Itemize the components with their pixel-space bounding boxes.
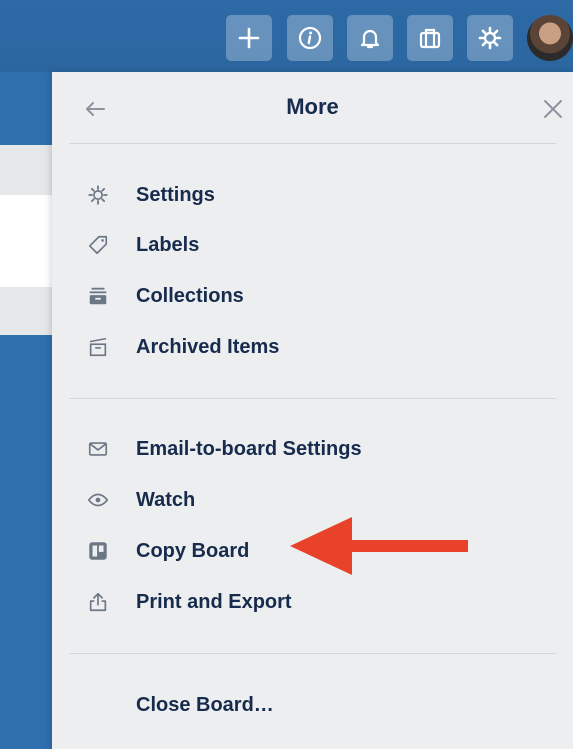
- share-icon: [86, 590, 110, 614]
- menu-item-close-board[interactable]: Close Board…: [52, 684, 573, 726]
- email-icon: [86, 437, 110, 461]
- menu-item-collections[interactable]: Collections: [52, 275, 573, 317]
- board-header: [0, 0, 573, 72]
- menu-item-label: Settings: [136, 184, 215, 206]
- add-icon: [238, 27, 260, 49]
- gear-icon: [86, 183, 110, 207]
- panel-title: More: [286, 94, 339, 119]
- menu-item-archived-items[interactable]: Archived Items: [52, 326, 573, 368]
- menu-item-label: Labels: [136, 234, 200, 256]
- settings-button[interactable]: [467, 15, 513, 61]
- collection-icon: [86, 284, 110, 308]
- divider: [69, 398, 556, 399]
- background-list-header: [0, 145, 60, 195]
- bell-icon: [360, 29, 380, 49]
- menu-item-label: Close Board…: [136, 694, 274, 716]
- menu-item-email-to-board-settings[interactable]: Email-to-board Settings: [52, 428, 573, 470]
- menu-item-print-and-export[interactable]: Print and Export: [52, 581, 573, 623]
- archive-icon: [86, 335, 110, 359]
- menu-item-label: Collections: [136, 285, 244, 307]
- divider: [69, 653, 556, 654]
- menu-item-labels[interactable]: Labels: [52, 224, 573, 266]
- info-button[interactable]: [287, 15, 333, 61]
- briefcase-icon: [419, 28, 441, 49]
- menu-item-settings[interactable]: Settings: [52, 174, 573, 216]
- add-button[interactable]: [226, 15, 272, 61]
- background-list-footer: [0, 287, 60, 335]
- menu-item-label: Archived Items: [136, 336, 280, 358]
- close-icon[interactable]: [540, 96, 566, 122]
- board-icon: [86, 539, 110, 563]
- eye-icon: [86, 488, 110, 512]
- gear-icon: [478, 26, 502, 50]
- menu-item-label: Copy Board: [136, 540, 250, 562]
- menu-item-label: Email-to-board Settings: [136, 438, 362, 460]
- tag-icon: [86, 233, 110, 257]
- annotation-arrow: [290, 517, 468, 575]
- menu-item-label: Watch: [136, 489, 196, 511]
- avatar[interactable]: [527, 15, 573, 61]
- divider: [69, 143, 556, 144]
- info-icon: [298, 26, 322, 50]
- menu-item-label: Print and Export: [136, 591, 292, 613]
- briefcase-button[interactable]: [407, 15, 453, 61]
- background-card: [0, 195, 60, 287]
- panel-header: More: [52, 72, 573, 144]
- more-menu-panel: More Settings Labels Collections Archive…: [52, 72, 573, 749]
- notifications-button[interactable]: [347, 15, 393, 61]
